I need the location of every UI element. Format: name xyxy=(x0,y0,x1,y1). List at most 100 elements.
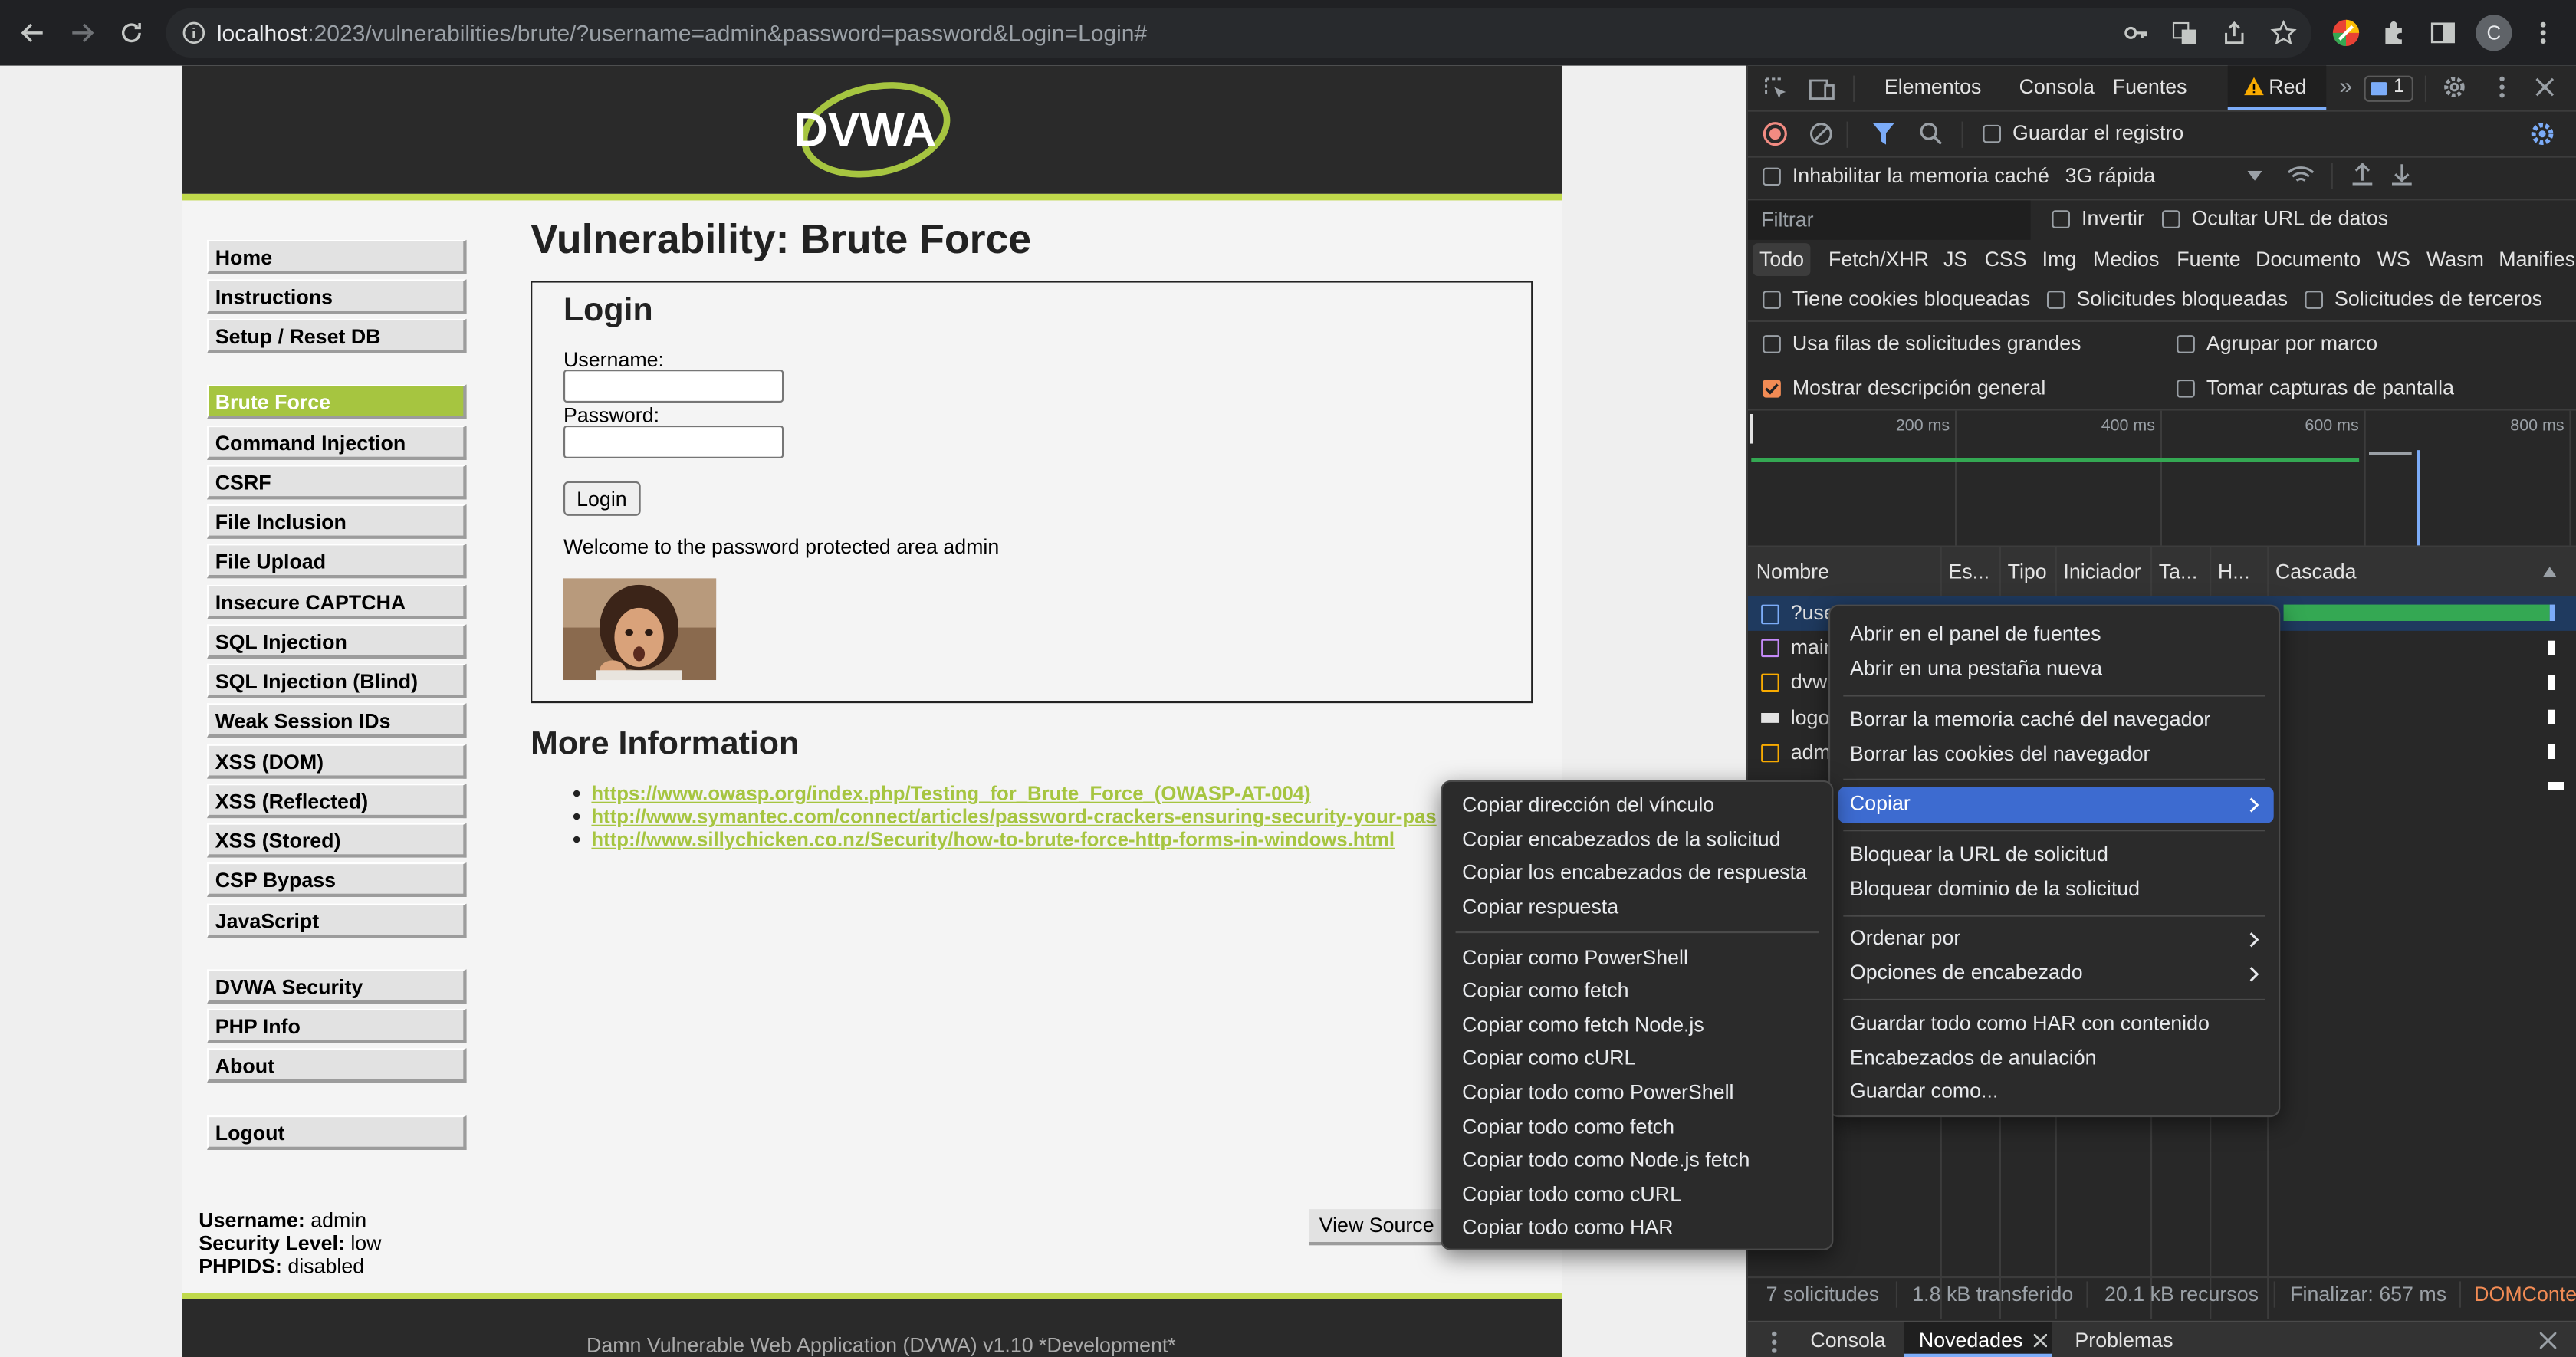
back-icon[interactable] xyxy=(15,15,51,51)
type-filter-css[interactable]: CSS xyxy=(1985,248,2027,271)
login-button[interactable]: Login xyxy=(564,481,640,516)
symantec-link[interactable]: http://www.symantec.com/connect/articles… xyxy=(573,805,1437,828)
menu-home[interactable]: Home xyxy=(207,239,467,274)
type-filter-wasm[interactable]: Wasm xyxy=(2426,248,2484,271)
request-name-adm[interactable]: adm xyxy=(1791,741,1831,764)
site-info-icon[interactable] xyxy=(182,21,205,44)
menu-save-as[interactable]: Guardar como... xyxy=(1850,1079,1999,1102)
menu-about[interactable]: About xyxy=(207,1048,467,1083)
url-text[interactable]: localhost:2023/vulnerabilities/brute/?us… xyxy=(217,20,1147,46)
col-hora[interactable]: H... xyxy=(2218,560,2250,583)
copy-all-as-powershell[interactable]: Copiar todo como PowerShell xyxy=(1462,1081,1733,1104)
close-drawer-icon[interactable] xyxy=(2539,1332,2557,1349)
import-har-icon[interactable] xyxy=(2351,163,2374,187)
copy-all-as-curl[interactable]: Copiar todo como cURL xyxy=(1462,1183,1681,1206)
type-filter-todo[interactable]: Todo xyxy=(1760,248,1804,271)
blocked-cookies-checkbox[interactable] xyxy=(1763,291,1781,309)
type-filter-manifest[interactable]: Manifies xyxy=(2499,248,2575,271)
menu-override-headers[interactable]: Encabezados de anulación xyxy=(1850,1046,2097,1070)
menu-block-url[interactable]: Bloquear la URL de solicitud xyxy=(1850,843,2108,866)
copy-response[interactable]: Copiar respuesta xyxy=(1462,895,1618,918)
menu-clear-cookies[interactable]: Borrar las cookies del navegador xyxy=(1850,743,2150,766)
devtools-menu-icon[interactable] xyxy=(2499,76,2505,99)
copy-all-as-har[interactable]: Copiar todo como HAR xyxy=(1462,1216,1673,1239)
large-rows-checkbox[interactable] xyxy=(1763,335,1781,353)
menu-weak-session-ids[interactable]: Weak Session IDs xyxy=(207,703,467,738)
menu-block-domain[interactable]: Bloquear dominio de la solicitud xyxy=(1850,877,2140,900)
menu-javascript[interactable]: JavaScript xyxy=(207,903,467,938)
tab-elementos[interactable]: Elementos xyxy=(1884,76,1982,99)
clear-icon[interactable] xyxy=(1809,122,1833,146)
timeline-handle[interactable] xyxy=(1750,414,1753,444)
menu-insecure-captcha[interactable]: Insecure CAPTCHA xyxy=(207,584,467,619)
col-cascada[interactable]: Cascada xyxy=(2275,560,2357,583)
menu-save-har[interactable]: Guardar todo como HAR con contenido xyxy=(1850,1012,2210,1035)
drawer-tab-consola[interactable]: Consola xyxy=(1810,1329,1885,1352)
copy-response-headers[interactable]: Copiar los encabezados de respuesta xyxy=(1462,861,1807,884)
profile-avatar[interactable]: C xyxy=(2476,15,2512,51)
hide-data-urls-checkbox[interactable] xyxy=(2162,210,2180,228)
copy-all-as-nodejs-fetch[interactable]: Copiar todo como Node.js fetch xyxy=(1462,1148,1750,1171)
screenshots-checkbox[interactable] xyxy=(2177,379,2195,398)
type-filter-js[interactable]: JS xyxy=(1944,248,1967,271)
overview-checkbox[interactable] xyxy=(1763,379,1781,398)
request-name-logo[interactable]: logo xyxy=(1791,706,1830,729)
sort-up-icon[interactable] xyxy=(2543,567,2557,577)
copy-all-as-fetch[interactable]: Copiar todo como fetch xyxy=(1462,1116,1674,1138)
menu-csrf[interactable]: CSRF xyxy=(207,465,467,500)
menu-csp-bypass[interactable]: CSP Bypass xyxy=(207,863,467,897)
inspect-element-icon[interactable] xyxy=(1763,76,1789,102)
extension-color-icon[interactable] xyxy=(2331,18,2361,48)
copy-link-address[interactable]: Copiar dirección del vínculo xyxy=(1462,794,1714,816)
forward-icon[interactable] xyxy=(64,15,100,51)
menu-sql-injection[interactable]: SQL Injection xyxy=(207,624,467,659)
copy-request-headers[interactable]: Copiar encabezados de la solicitud xyxy=(1462,828,1780,851)
menu-command-injection[interactable]: Command Injection xyxy=(207,426,467,460)
invert-checkbox[interactable] xyxy=(2052,210,2070,228)
blocked-requests-checkbox[interactable] xyxy=(2047,291,2065,309)
copy-as-fetch[interactable]: Copiar como fetch xyxy=(1462,979,1628,1002)
browser-menu-icon[interactable] xyxy=(2528,18,2558,48)
col-iniciador[interactable]: Iniciador xyxy=(2063,560,2141,583)
side-panel-icon[interactable] xyxy=(2428,18,2458,48)
share-icon[interactable] xyxy=(2220,18,2249,48)
menu-xss-stored[interactable]: XSS (Stored) xyxy=(207,823,467,858)
menu-setup-reset-db[interactable]: Setup / Reset DB xyxy=(207,318,467,353)
bookmark-star-icon[interactable] xyxy=(2269,18,2298,48)
copy-as-powershell[interactable]: Copiar como PowerShell xyxy=(1462,946,1688,969)
menu-xss-dom[interactable]: XSS (DOM) xyxy=(207,744,467,779)
menu-php-info[interactable]: PHP Info xyxy=(207,1008,467,1043)
tab-consola[interactable]: Consola xyxy=(2019,76,2095,99)
password-input[interactable] xyxy=(564,426,784,458)
extensions-puzzle-icon[interactable] xyxy=(2379,18,2409,48)
close-tab-icon[interactable] xyxy=(2033,1334,2047,1348)
settings-gear-icon[interactable] xyxy=(2441,74,2467,100)
type-filter-ws[interactable]: WS xyxy=(2377,248,2410,271)
translate-icon[interactable] xyxy=(2170,18,2200,48)
menu-file-upload[interactable]: File Upload xyxy=(207,544,467,579)
menu-dvwa-security[interactable]: DVWA Security xyxy=(207,969,467,1004)
menu-sort-by[interactable]: Ordenar por xyxy=(1850,927,1960,950)
menu-open-new-tab[interactable]: Abrir en una pestaña nueva xyxy=(1850,657,2102,680)
network-settings-icon[interactable] xyxy=(2528,120,2556,147)
view-source-button[interactable]: View Source xyxy=(1309,1209,1447,1246)
disable-cache-checkbox[interactable] xyxy=(1763,167,1781,186)
menu-sql-injection-blind[interactable]: SQL Injection (Blind) xyxy=(207,663,467,698)
third-party-checkbox[interactable] xyxy=(2305,291,2323,309)
type-filter-documento[interactable]: Documento xyxy=(2256,248,2361,271)
copy-as-fetch-nodejs[interactable]: Copiar como fetch Node.js xyxy=(1462,1014,1704,1037)
menu-copy[interactable]: Copiar xyxy=(1850,792,1911,815)
menu-clear-cache[interactable]: Borrar la memoria caché del navegador xyxy=(1850,708,2210,731)
network-conditions-icon[interactable] xyxy=(2287,163,2315,187)
type-filter-medios[interactable]: Medios xyxy=(2093,248,2159,271)
group-by-frame-checkbox[interactable] xyxy=(2177,335,2195,353)
timeline-overview[interactable]: 200 ms 400 ms 600 ms 800 ms xyxy=(1748,410,2576,546)
key-icon[interactable] xyxy=(2121,18,2150,48)
search-icon[interactable] xyxy=(1919,122,1944,146)
device-toolbar-icon[interactable] xyxy=(1809,76,1835,102)
more-tabs-icon[interactable]: » xyxy=(2339,72,2352,98)
col-tipo[interactable]: Tipo xyxy=(2008,560,2047,583)
tab-red[interactable]: Red xyxy=(2227,65,2327,110)
copy-as-curl[interactable]: Copiar como cURL xyxy=(1462,1046,1635,1070)
export-har-icon[interactable] xyxy=(2390,163,2413,187)
